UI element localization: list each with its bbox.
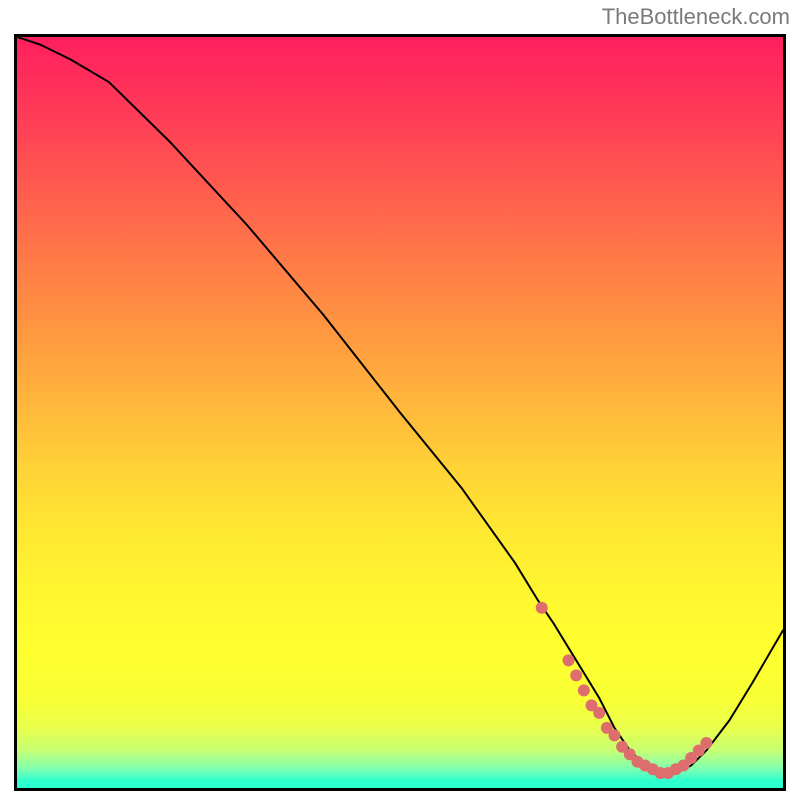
bottleneck-curve-path (17, 37, 783, 773)
plot-area (14, 34, 786, 791)
marker-series (536, 602, 713, 779)
marker-dot (570, 669, 582, 681)
line-series (17, 37, 783, 773)
marker-dot (593, 707, 605, 719)
chart-svg (17, 37, 783, 788)
marker-dot (578, 684, 590, 696)
attribution-label: TheBottleneck.com (602, 4, 790, 30)
marker-dot (700, 737, 712, 749)
chart-wrapper: TheBottleneck.com (0, 0, 800, 800)
marker-dot (608, 729, 620, 741)
marker-dot (563, 654, 575, 666)
marker-dot (536, 602, 548, 614)
